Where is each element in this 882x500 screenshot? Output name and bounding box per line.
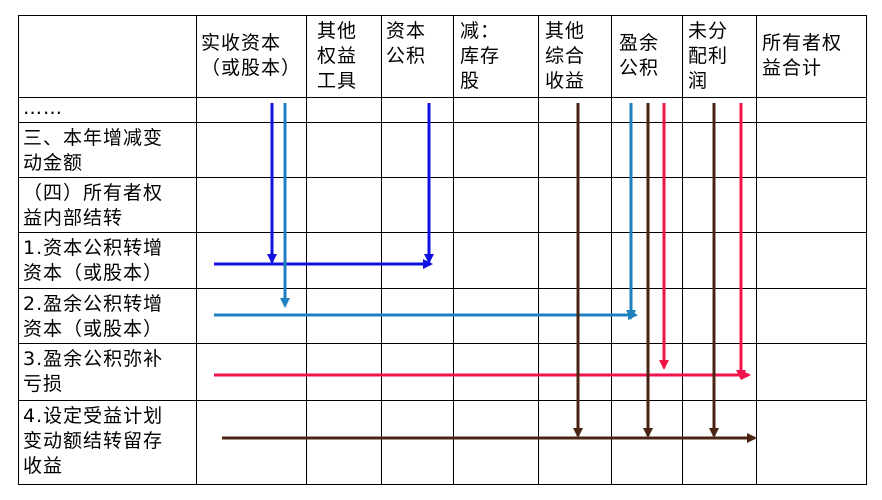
row-section-three: 三、本年增减变 动金额 xyxy=(23,127,164,174)
header-surplus-reserve: 盈余 公积 xyxy=(619,32,660,79)
header-less-treasury-stock: 减： 库存 股 xyxy=(460,20,501,92)
row-item-2: 2.盈余公积转增 资本（或股本） xyxy=(23,293,164,340)
row-item-1: 1.资本公积转增 资本（或股本） xyxy=(23,237,164,284)
header-other-comprehensive-income: 其他 综合 收益 xyxy=(545,20,586,92)
header-capital-reserve: 资本 公积 xyxy=(386,20,427,67)
row-item-3: 3.盈余公积弥补 亏损 xyxy=(23,348,164,395)
row-ellipsis: …… xyxy=(23,97,63,119)
row-section-four: （四）所有者权 益内部结转 xyxy=(23,182,164,229)
header-undistributed-profit: 未分 配利 润 xyxy=(688,20,729,92)
header-total-equity: 所有者权 益合计 xyxy=(762,32,843,79)
header-other-equity-instruments: 其他 权益 工具 xyxy=(317,20,358,92)
header-paid-in-capital: 实收资本 （或股本） xyxy=(201,32,302,79)
row-item-4: 4.设定受益计划 变动额结转留存 收益 xyxy=(23,405,164,477)
equity-transfer-diagram: 实收资本 （或股本） 其他 权益 工具 资本 公积 减： 库存 股 其他 综合 … xyxy=(0,0,882,500)
